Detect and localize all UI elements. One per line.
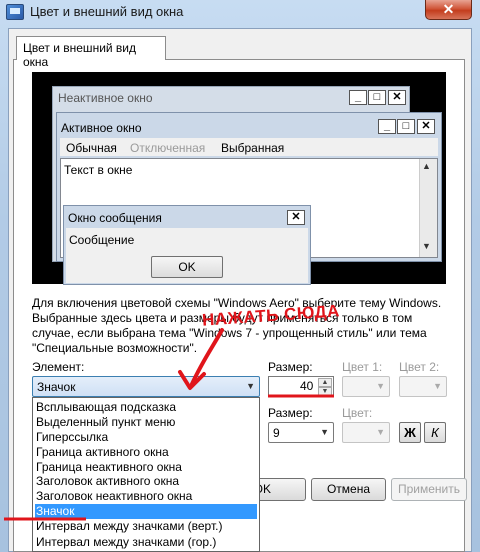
font-size-value: 9 bbox=[273, 426, 280, 440]
list-item[interactable]: Граница неактивного окна bbox=[35, 460, 257, 475]
list-item[interactable]: Гиперссылка bbox=[35, 430, 257, 445]
preview-ok-button[interactable]: OK bbox=[151, 256, 223, 278]
list-item[interactable]: Выделенный пункт меню bbox=[35, 415, 257, 430]
active-minimize-icon: _ bbox=[378, 119, 396, 134]
active-close-icon: ✕ bbox=[417, 119, 435, 134]
list-item[interactable]: Интервал между значками (верт.) bbox=[35, 519, 257, 534]
preview-message-text: Сообщение bbox=[69, 233, 135, 247]
list-item[interactable]: Интервал между значками (гор.) bbox=[35, 535, 257, 550]
color2-select[interactable]: ▼ bbox=[399, 376, 447, 397]
color1-select[interactable]: ▼ bbox=[342, 376, 390, 397]
list-item[interactable]: Всплывающая подсказка bbox=[35, 400, 257, 415]
preview-message-title: Окно сообщения bbox=[68, 211, 162, 225]
bold-button[interactable]: Ж bbox=[399, 422, 421, 443]
apply-button[interactable]: Применить bbox=[391, 478, 467, 501]
preview-menu-disabled[interactable]: Отключенная bbox=[130, 141, 205, 155]
chevron-down-icon: ▼ bbox=[246, 381, 255, 391]
inactive-maximize-icon: □ bbox=[368, 90, 386, 105]
tab-color-appearance[interactable]: Цвет и внешний вид окна bbox=[16, 36, 166, 69]
window-close-button[interactable]: ✕ bbox=[425, 0, 472, 20]
size-label: Размер: bbox=[268, 360, 313, 374]
spin-up-icon[interactable]: ▲ bbox=[318, 378, 332, 387]
italic-button[interactable]: К bbox=[424, 422, 446, 443]
color1-label: Цвет 1: bbox=[342, 360, 383, 374]
list-item[interactable]: Заголовок неактивного окна bbox=[35, 489, 257, 504]
font-color-label: Цвет: bbox=[342, 406, 373, 420]
element-select-value: Значок bbox=[37, 380, 76, 394]
font-size-select[interactable]: 9 ▼ bbox=[268, 422, 334, 443]
active-maximize-icon: □ bbox=[397, 119, 415, 134]
element-label: Элемент: bbox=[32, 360, 85, 374]
scroll-down-icon: ▼ bbox=[422, 241, 431, 251]
preview-menu-selected[interactable]: Выбранная bbox=[221, 141, 284, 155]
font-color-select[interactable]: ▼ bbox=[342, 422, 390, 443]
chevron-down-icon: ▼ bbox=[376, 381, 385, 391]
preview-active-title: Активное окно bbox=[61, 121, 142, 135]
inactive-minimize-icon: _ bbox=[349, 90, 367, 105]
chevron-down-icon: ▼ bbox=[433, 381, 442, 391]
font-size-label: Размер: bbox=[268, 406, 313, 420]
list-item[interactable]: Заголовок активного окна bbox=[35, 474, 257, 489]
scroll-up-icon: ▲ bbox=[422, 161, 431, 171]
list-item-selected[interactable]: Значок bbox=[35, 504, 257, 519]
window-app-icon bbox=[6, 4, 24, 20]
inactive-close-icon: ✕ bbox=[388, 90, 406, 105]
preview-inactive-title: Неактивное окно bbox=[58, 91, 153, 105]
chevron-down-icon: ▼ bbox=[376, 427, 385, 437]
element-select[interactable]: Значок ▼ bbox=[32, 376, 260, 397]
chevron-down-icon: ▼ bbox=[320, 427, 329, 437]
spin-down-icon[interactable]: ▼ bbox=[318, 387, 332, 396]
list-item[interactable]: Граница активного окна bbox=[35, 445, 257, 460]
preview-window-text: Текст в окне bbox=[64, 163, 133, 177]
preview-menu-normal[interactable]: Обычная bbox=[66, 141, 117, 155]
window-title: Цвет и внешний вид окна bbox=[30, 4, 184, 19]
message-close-icon: ✕ bbox=[287, 210, 305, 225]
cancel-button[interactable]: Отмена bbox=[311, 478, 386, 501]
size-value: 40 bbox=[300, 379, 314, 393]
color2-label: Цвет 2: bbox=[399, 360, 440, 374]
